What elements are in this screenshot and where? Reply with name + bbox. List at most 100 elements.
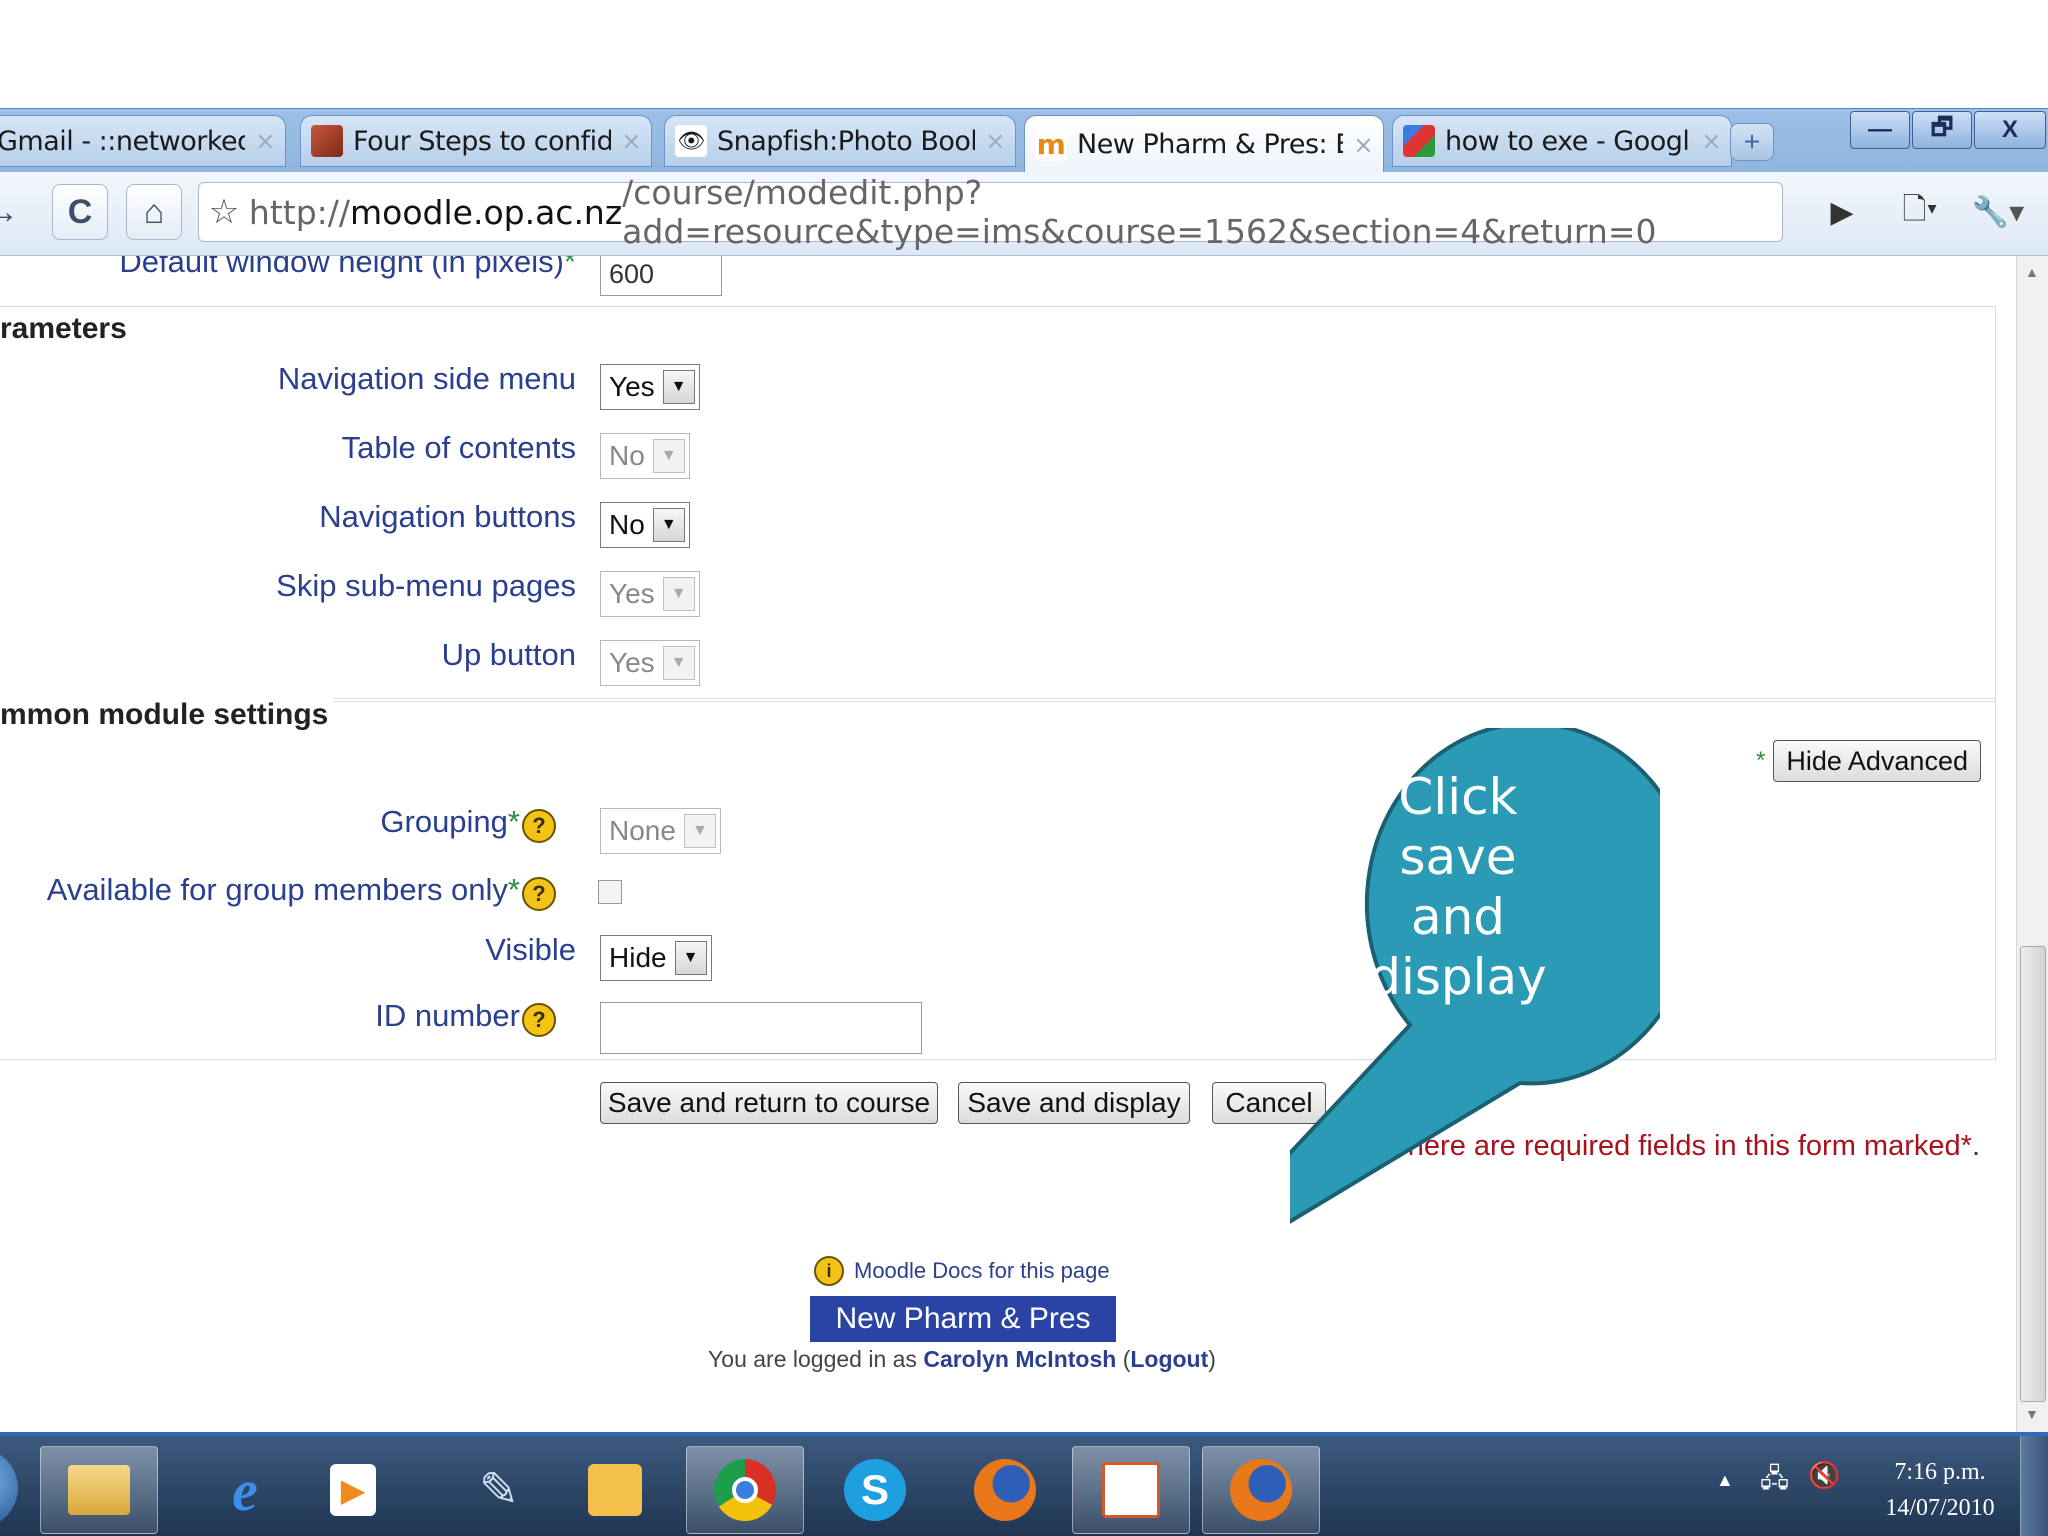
tab-close-icon[interactable]: × bbox=[255, 127, 275, 155]
skip-submenu-select: Yes ▼ bbox=[600, 571, 700, 617]
minimize-button[interactable]: — bbox=[1850, 111, 1910, 149]
tab-snapfish[interactable]: 👁 Snapfish:Photo Books × bbox=[664, 115, 1016, 167]
address-bar[interactable]: ☆ http://moodle.op.ac.nz/course/modedit.… bbox=[198, 173, 1783, 251]
grouping-select: None ▼ bbox=[600, 808, 721, 854]
windows-taskbar: e ▶ ✎ S ▲ 🖧 🔇 7:16 p.m. 14/07/2010 bbox=[0, 1432, 2048, 1536]
reload-button[interactable]: C bbox=[52, 184, 108, 240]
common-settings-legend: mmon module settings bbox=[0, 698, 335, 732]
id-number-label: ID number bbox=[375, 998, 520, 1033]
firefox-window-icon[interactable] bbox=[1202, 1446, 1320, 1534]
media-player-icon[interactable]: ▶ bbox=[294, 1446, 412, 1534]
hide-advanced-button[interactable]: Hide Advanced bbox=[1773, 740, 1981, 782]
grouping-label: Grouping* bbox=[380, 804, 520, 839]
home-button[interactable]: ⌂ bbox=[126, 184, 182, 240]
browser-toolbar: → C ⌂ ☆ http://moodle.op.ac.nz/course/mo… bbox=[0, 172, 2048, 256]
page-menu-icon[interactable]: 🗋▾ bbox=[1890, 186, 1950, 238]
visible-select[interactable]: Hide ▼ bbox=[600, 935, 712, 981]
wrench-menu-icon[interactable]: 🔧▾ bbox=[1968, 186, 2028, 238]
new-tab-button[interactable]: + bbox=[1730, 123, 1774, 161]
vertical-scrollbar[interactable]: ▲ ▼ bbox=[2016, 256, 2048, 1432]
google-icon bbox=[1403, 125, 1435, 157]
window-height-input[interactable]: 600 bbox=[600, 256, 722, 296]
info-icon: i bbox=[814, 1256, 844, 1286]
scrollbar-thumb[interactable] bbox=[2020, 946, 2046, 1402]
volume-muted-icon[interactable]: 🔇 bbox=[1808, 1460, 1840, 1491]
moodle-icon: m bbox=[1035, 128, 1067, 161]
tab-four-steps[interactable]: Four Steps to confide... × bbox=[300, 115, 652, 167]
tab-new-pharm-pres[interactable]: m New Pharm & Pres: E... × bbox=[1024, 115, 1384, 173]
nav-side-menu-select[interactable]: Yes ▼ bbox=[600, 364, 700, 410]
url-path: /course/modedit.php?add=resource&type=im… bbox=[622, 173, 1657, 251]
scheduler-icon[interactable] bbox=[556, 1446, 674, 1534]
nav-side-menu-label: Navigation side menu bbox=[277, 361, 576, 396]
powerpoint-icon[interactable] bbox=[1072, 1446, 1190, 1534]
play-icon[interactable]: ▶ bbox=[1822, 186, 1862, 238]
tray-expand-icon[interactable]: ▲ bbox=[1716, 1470, 1734, 1491]
system-clock[interactable]: 7:16 p.m. 14/07/2010 bbox=[1870, 1454, 2010, 1526]
callout-line: Click bbox=[1398, 768, 1517, 826]
scroll-up-arrow-icon[interactable]: ▲ bbox=[2025, 264, 2039, 280]
up-button-label: Up button bbox=[441, 637, 576, 672]
save-display-button[interactable]: Save and display bbox=[958, 1082, 1190, 1124]
brush-tool-icon[interactable]: ✎ bbox=[440, 1446, 558, 1534]
nav-buttons-label: Navigation buttons bbox=[319, 499, 576, 534]
tab-title: how to exe - Google ... bbox=[1445, 125, 1691, 157]
tab-close-icon[interactable]: × bbox=[621, 127, 641, 155]
page-content: Default window height (in pixels)* 600 r… bbox=[0, 256, 2016, 1432]
snapfish-icon: 👁 bbox=[675, 125, 707, 157]
firefox-icon[interactable] bbox=[946, 1446, 1064, 1534]
help-icon[interactable]: ? bbox=[522, 877, 556, 911]
chevron-down-icon: ▼ bbox=[652, 508, 685, 542]
save-return-button[interactable]: Save and return to course bbox=[600, 1082, 938, 1124]
bookmark-star-icon[interactable]: ☆ bbox=[199, 192, 249, 232]
nav-buttons-select[interactable]: No ▼ bbox=[600, 502, 690, 548]
chevron-down-icon: ▼ bbox=[662, 370, 695, 404]
start-button[interactable] bbox=[0, 1448, 18, 1528]
course-home-link[interactable]: New Pharm & Pres bbox=[810, 1296, 1116, 1342]
tab-title: Gmail - ::networkedle... bbox=[0, 125, 245, 157]
chevron-down-icon: ▼ bbox=[652, 439, 685, 473]
tab-title: Snapfish:Photo Books bbox=[717, 125, 976, 157]
tab-close-icon[interactable]: × bbox=[1353, 131, 1373, 159]
skype-icon[interactable]: S bbox=[816, 1446, 934, 1534]
tab-google-search[interactable]: how to exe - Google ... × bbox=[1392, 115, 1732, 167]
show-desktop-button[interactable] bbox=[2020, 1436, 2048, 1536]
toc-label: Table of contents bbox=[341, 430, 576, 465]
up-button-select: Yes ▼ bbox=[600, 640, 700, 686]
chrome-icon[interactable] bbox=[686, 1446, 804, 1534]
skip-submenu-label: Skip sub-menu pages bbox=[276, 568, 576, 603]
url-scheme: http:// bbox=[248, 192, 351, 232]
available-group-checkbox[interactable] bbox=[598, 880, 622, 904]
id-number-input[interactable] bbox=[600, 1002, 922, 1054]
callout-line: display bbox=[1369, 948, 1547, 1006]
logout-link[interactable]: Logout bbox=[1130, 1346, 1208, 1372]
tab-title: Four Steps to confide... bbox=[353, 125, 611, 157]
chevron-down-icon: ▼ bbox=[683, 814, 716, 848]
maximize-button[interactable]: 🗗 bbox=[1912, 111, 1972, 149]
help-icon[interactable]: ? bbox=[522, 809, 556, 843]
scroll-down-arrow-icon[interactable]: ▼ bbox=[2025, 1406, 2039, 1422]
close-window-button[interactable]: X bbox=[1974, 111, 2046, 149]
callout-line: save bbox=[1399, 828, 1516, 886]
chevron-down-icon: ▼ bbox=[662, 577, 695, 611]
help-icon[interactable]: ? bbox=[522, 1003, 556, 1037]
user-profile-link[interactable]: Carolyn McIntosh bbox=[923, 1346, 1116, 1372]
tab-gmail[interactable]: Gmail - ::networkedle... × bbox=[0, 115, 286, 167]
tab-title: New Pharm & Pres: E... bbox=[1077, 129, 1343, 160]
internet-explorer-icon[interactable]: e bbox=[186, 1446, 304, 1534]
parameters-legend: rameters bbox=[0, 312, 133, 346]
tab-close-icon[interactable]: × bbox=[1701, 127, 1721, 155]
photo-icon bbox=[311, 125, 343, 157]
available-group-label: Available for group members only* bbox=[46, 872, 520, 907]
visible-label: Visible bbox=[485, 932, 576, 967]
url-host: moodle.op.ac.nz bbox=[350, 192, 623, 232]
callout-line: and bbox=[1411, 888, 1505, 946]
tab-close-icon[interactable]: × bbox=[985, 127, 1005, 155]
toc-select: No ▼ bbox=[600, 433, 690, 479]
forward-button[interactable]: → bbox=[0, 184, 30, 240]
network-icon[interactable]: 🖧 bbox=[1760, 1460, 1789, 1504]
file-explorer-icon[interactable] bbox=[40, 1446, 158, 1534]
moodle-docs-link[interactable]: Moodle Docs for this page bbox=[854, 1258, 1110, 1284]
instruction-callout: Click save and display bbox=[1290, 728, 1660, 1224]
chevron-down-icon: ▼ bbox=[662, 646, 695, 680]
